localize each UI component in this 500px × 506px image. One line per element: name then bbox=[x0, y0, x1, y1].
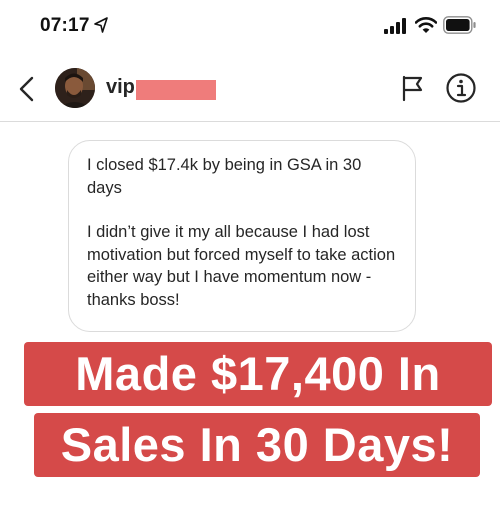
wifi-icon bbox=[415, 17, 437, 33]
message-bubble[interactable]: I closed $17.4k by being in GSA in 30 da… bbox=[68, 140, 416, 332]
conversation-header: vip bbox=[0, 56, 500, 122]
location-arrow-icon bbox=[94, 17, 108, 33]
overlay-caption-line-2: Sales In 30 Days! bbox=[34, 413, 480, 477]
username-redaction bbox=[136, 80, 216, 100]
status-time: 07:17 bbox=[40, 15, 90, 36]
message-paragraph: I closed $17.4k by being in GSA in 30 da… bbox=[87, 156, 362, 197]
avatar[interactable] bbox=[55, 68, 95, 108]
message-paragraph: I didn’t give it my all because I had lo… bbox=[87, 223, 396, 309]
chevron-left-icon[interactable] bbox=[14, 74, 40, 104]
avatar-photo bbox=[55, 68, 95, 108]
username[interactable]: vip bbox=[106, 76, 135, 99]
flag-icon[interactable] bbox=[400, 74, 424, 102]
cellular-signal-icon bbox=[384, 18, 406, 34]
battery-icon bbox=[443, 16, 476, 34]
info-icon[interactable] bbox=[445, 72, 477, 104]
status-bar: 07:17 bbox=[0, 0, 500, 56]
overlay-caption-line-1: Made $17,400 In bbox=[24, 342, 492, 406]
